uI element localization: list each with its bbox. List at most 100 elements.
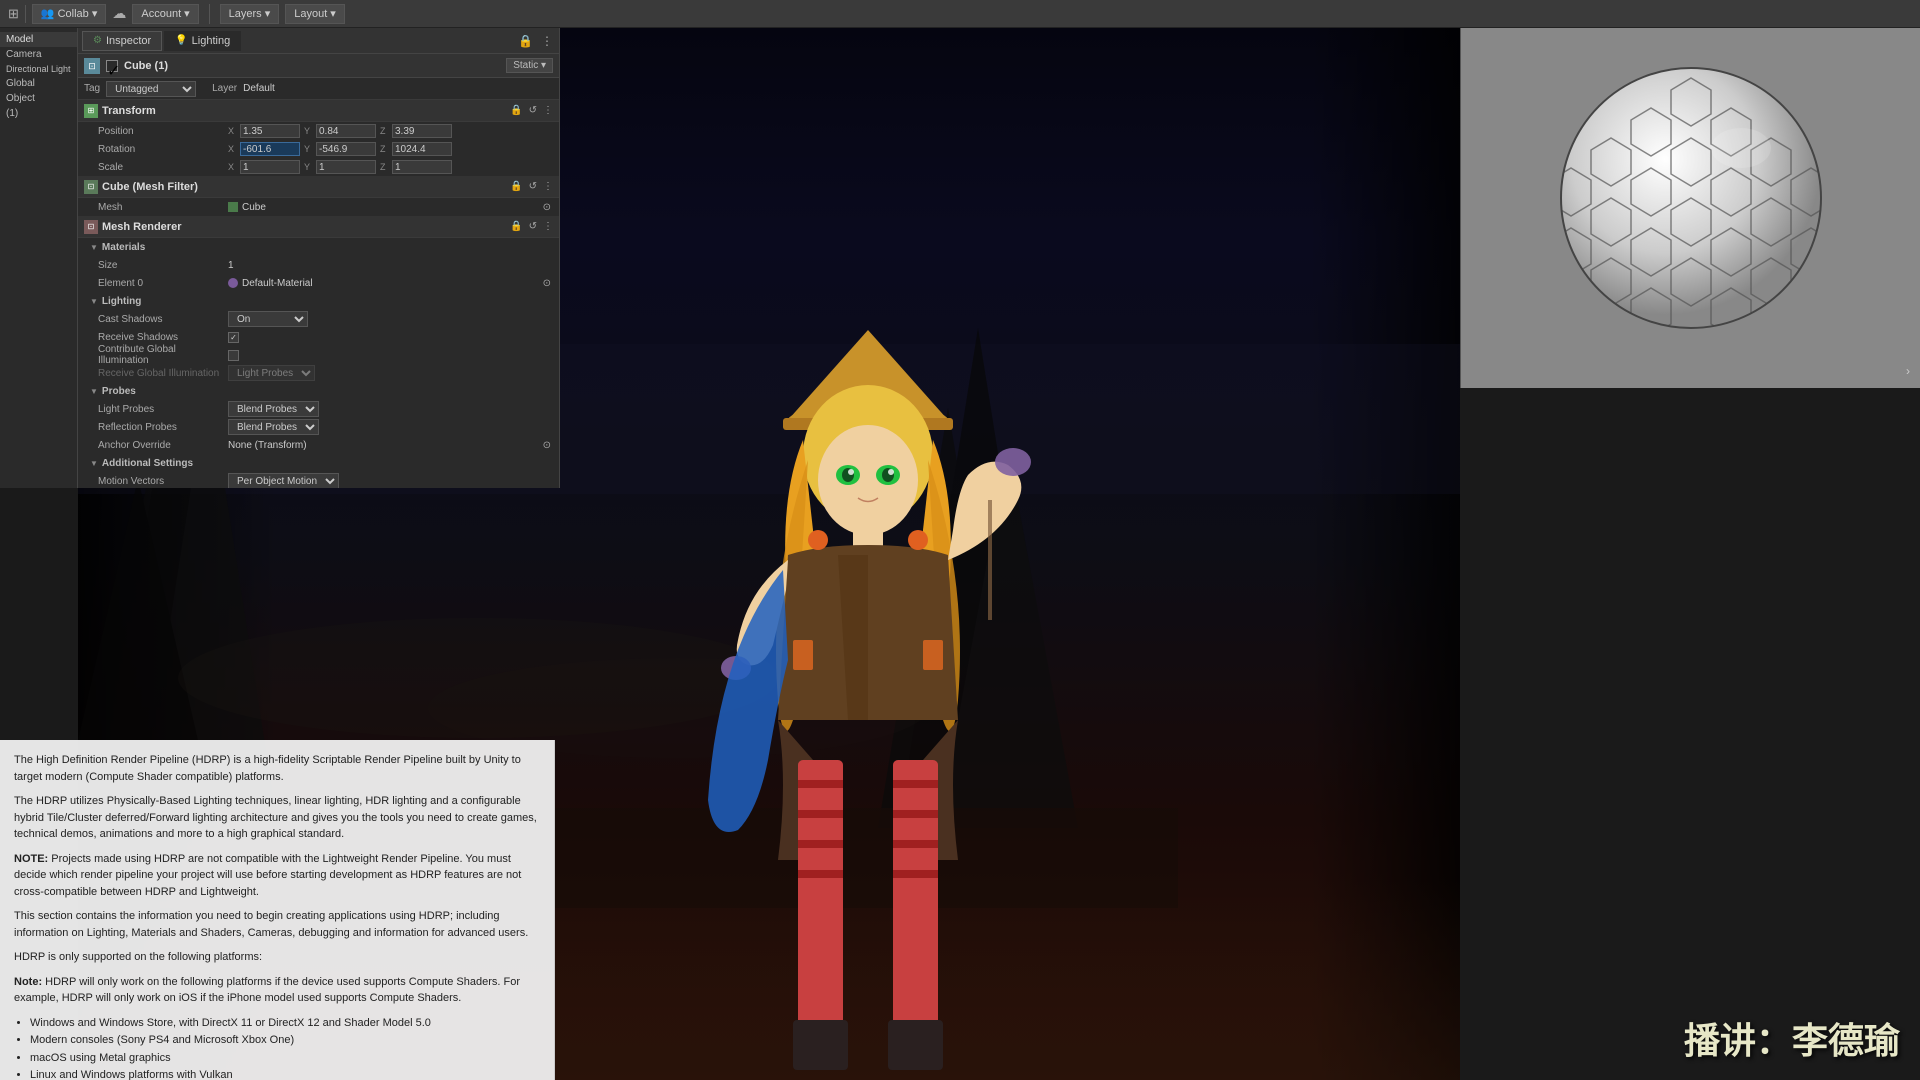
rotation-y-input[interactable]: [316, 142, 376, 156]
rotation-label: Rotation: [98, 144, 228, 155]
layout-button[interactable]: Layout ▾: [285, 4, 345, 24]
receive-gi-dropdown[interactable]: Light Probes: [228, 365, 315, 381]
additional-settings-header[interactable]: ▼ Additional Settings: [78, 454, 559, 472]
hex-sphere-svg: [1541, 48, 1841, 348]
mesh-filter-menu-icon[interactable]: ⋮: [543, 181, 553, 192]
rz-label: Z: [380, 144, 390, 154]
static-label: Static ▾: [513, 60, 546, 71]
anchor-picker-icon[interactable]: ⊙: [543, 440, 551, 451]
transform-menu-icon[interactable]: ⋮: [543, 105, 553, 116]
kebab-menu-icon[interactable]: ⋮: [539, 32, 555, 50]
transform-lock-icon[interactable]: 🔒: [510, 105, 522, 116]
materials-section-label: Materials: [102, 242, 145, 253]
position-label: Position: [98, 126, 228, 137]
list-item-2-text: macOS using Metal graphics: [30, 1052, 171, 1064]
scale-z-input[interactable]: [392, 160, 452, 174]
scale-y-input[interactable]: [316, 160, 376, 174]
ry-label: Y: [304, 144, 314, 154]
material-picker-icon[interactable]: ⊙: [543, 278, 551, 289]
object-enabled-checkbox[interactable]: ✓: [106, 60, 118, 72]
mesh-filter-lock-icon[interactable]: 🔒: [510, 181, 522, 192]
anchor-override-value: None (Transform): [228, 440, 307, 451]
mesh-renderer-lock-icon[interactable]: 🔒: [510, 221, 522, 232]
list-item-3: Linux and Windows platforms with Vulkan: [30, 1067, 540, 1080]
material-dot-icon: [228, 278, 238, 288]
sidebar-label-global: Global: [6, 78, 35, 89]
position-x-input[interactable]: [240, 124, 300, 138]
list-item-0: Windows and Windows Store, with DirectX …: [30, 1015, 540, 1033]
rotation-xyz: X Y Z: [228, 142, 551, 156]
sidebar-item-object[interactable]: Object: [0, 91, 77, 106]
list-item-3-text: Linux and Windows platforms with Vulkan: [30, 1069, 233, 1080]
sidebar-item-1[interactable]: (1): [0, 106, 77, 121]
light-probes-dropdown[interactable]: Blend Probes: [228, 401, 319, 417]
list-item-2: macOS using Metal graphics: [30, 1050, 540, 1068]
scale-xyz: X Y Z: [228, 160, 551, 174]
contribute-gi-row: Contribute Global Illumination: [78, 346, 559, 364]
platforms-header-text: HDRP is only supported on the following …: [14, 951, 262, 963]
contribute-gi-label: Contribute Global Illumination: [98, 344, 228, 366]
left-sidebar: Model Camera Directional Light Global Ob…: [0, 28, 78, 488]
sidebar-item-global[interactable]: Global: [0, 76, 77, 91]
scale-x-input[interactable]: [240, 160, 300, 174]
sidebar-item-directional-light[interactable]: Directional Light: [0, 62, 77, 76]
tab-lighting[interactable]: 💡 Lighting: [164, 31, 241, 51]
probes-section-header[interactable]: ▼ Probes: [78, 382, 559, 400]
rx-label: X: [228, 144, 238, 154]
light-probes-row: Light Probes Blend Probes: [78, 400, 559, 418]
position-y-input[interactable]: [316, 124, 376, 138]
mesh-renderer-icon: ⊡: [84, 220, 98, 234]
anchor-override-label: Anchor Override: [98, 440, 228, 451]
watermark-text: 播讲：李德瑜: [1684, 1020, 1900, 1061]
mesh-filter-refresh-icon[interactable]: ↺: [529, 181, 537, 192]
rotation-x-input[interactable]: [240, 142, 300, 156]
layers-label: Layers: [229, 8, 262, 20]
anime-character: [638, 300, 1098, 1080]
mesh-renderer-menu-icon[interactable]: ⋮: [543, 221, 553, 232]
lighting-section-header[interactable]: ▼ Lighting: [78, 292, 559, 310]
receive-shadows-checkbox[interactable]: ✓: [228, 332, 239, 343]
element0-value: Default-Material: [242, 278, 313, 289]
transform-label: Transform: [102, 105, 510, 117]
mesh-picker-icon[interactable]: ⊙: [543, 202, 551, 213]
cast-shadows-dropdown[interactable]: On: [228, 311, 308, 327]
inspector-tab-label: Inspector: [106, 35, 151, 47]
element0-row: Element 0 Default-Material ⊙: [78, 274, 559, 292]
mesh-renderer-refresh-icon[interactable]: ↺: [529, 221, 537, 232]
account-button[interactable]: Account ▾: [132, 4, 198, 24]
reflection-probes-dropdown[interactable]: Blend Probes: [228, 419, 319, 435]
static-button[interactable]: Static ▾: [506, 58, 553, 73]
cloud-icon: ☁: [112, 5, 126, 22]
mesh-renderer-label: Mesh Renderer: [102, 221, 510, 233]
sidebar-item-camera[interactable]: Camera: [0, 47, 77, 62]
materials-section-header[interactable]: ▼ Materials: [78, 238, 559, 256]
inspector-content[interactable]: ⊞ Transform 🔒 ↺ ⋮ Position X Y: [78, 100, 559, 488]
mesh-filter-header[interactable]: ⊡ Cube (Mesh Filter) 🔒 ↺ ⋮: [78, 176, 559, 198]
contribute-gi-checkbox[interactable]: [228, 350, 239, 361]
hdrp-section-info: This section contains the information yo…: [14, 908, 540, 941]
layers-button[interactable]: Layers ▾: [220, 4, 280, 24]
collab-button[interactable]: 👥 Collab ▾: [32, 4, 106, 24]
mesh-type-icon: [228, 202, 238, 212]
transform-icon: ⊞: [84, 104, 98, 118]
tab-inspector[interactable]: ⚙ Inspector: [82, 31, 162, 51]
toolbar-separator: [25, 5, 26, 23]
transform-component-header[interactable]: ⊞ Transform 🔒 ↺ ⋮: [78, 100, 559, 122]
hdrp-section-text: This section contains the information yo…: [14, 910, 528, 939]
tag-dropdown[interactable]: Untagged: [106, 81, 196, 97]
motion-vectors-dropdown[interactable]: Per Object Motion: [228, 473, 339, 488]
platforms-list: Windows and Windows Store, with DirectX …: [30, 1015, 540, 1080]
sidebar-item-model[interactable]: Model: [0, 32, 77, 47]
reflection-probes-row: Reflection Probes Blend Probes: [78, 418, 559, 436]
rotation-y-field: Y: [304, 142, 376, 156]
position-z-input[interactable]: [392, 124, 452, 138]
layer-value: Default: [243, 83, 275, 94]
transform-refresh-icon[interactable]: ↺: [529, 105, 537, 116]
object-icon: ⊡: [84, 58, 100, 74]
rotation-z-input[interactable]: [392, 142, 452, 156]
lock-icon[interactable]: 🔒: [516, 32, 535, 50]
size-value: 1: [228, 260, 234, 271]
hdrp-note: NOTE: Projects made using HDRP are not c…: [14, 851, 540, 901]
mesh-renderer-header[interactable]: ⊡ Mesh Renderer 🔒 ↺ ⋮: [78, 216, 559, 238]
text-panel[interactable]: The High Definition Render Pipeline (HDR…: [0, 740, 555, 1080]
